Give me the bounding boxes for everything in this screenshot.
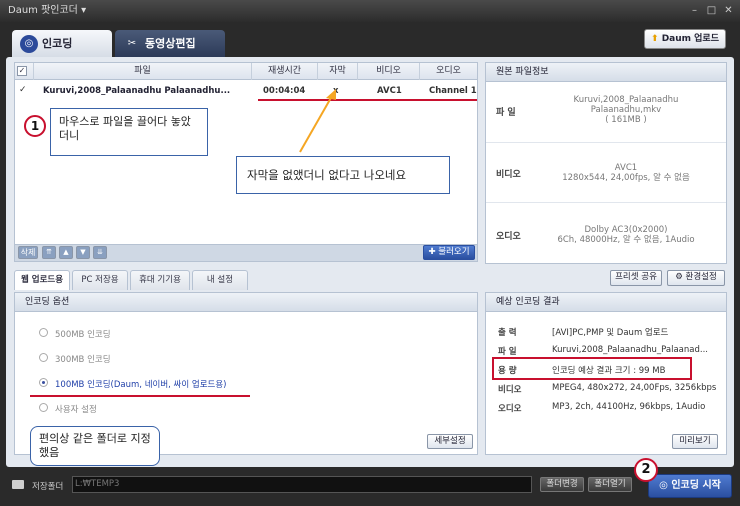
annotation-callout-folder: 편의상 같은 폴더로 지정했음	[30, 426, 160, 466]
source-video-codec: AVC1	[614, 163, 638, 173]
start-encode-button[interactable]: ◎ 인코딩 시작	[648, 474, 732, 498]
radio-custom[interactable]	[39, 403, 48, 412]
settings-label: 환경설정	[685, 272, 717, 282]
detail-settings-button[interactable]: 세부설정	[427, 434, 473, 449]
source-file-value: Kuruvi,2008_Palaanadhu Palaanadhu,mkv ( …	[556, 95, 696, 125]
col-audio[interactable]: 오디오	[419, 63, 477, 80]
option-custom-label: 사용자 설정	[55, 405, 97, 415]
file-table-header: ✓ 파일 재생시간 자막 비디오 오디오	[15, 63, 477, 80]
source-file-size: ( 161MB )	[605, 115, 647, 125]
row-checkbox[interactable]: ✓	[19, 85, 27, 95]
app-title: Daum 팟인코더 ▾	[8, 5, 87, 16]
open-folder-button[interactable]: 폴더열기	[588, 477, 632, 492]
col-video[interactable]: 비디오	[357, 63, 419, 80]
source-video-detail: 1280x544, 24,00fps, 알 수 없음	[562, 173, 690, 183]
radio-100mb[interactable]	[39, 378, 48, 387]
annotation-callout-subtitle: 자막을 없앴더니 없다고 나오네요	[236, 156, 450, 194]
title-bar: Daum 팟인코더 ▾	[0, 0, 740, 22]
save-folder-input[interactable]: L:₩TEMP3	[72, 476, 532, 493]
option-500mb-label: 500MB 인코딩	[55, 330, 111, 340]
option-300mb-label: 300MB 인코딩	[55, 355, 111, 365]
load-label: 불러오기	[438, 247, 470, 257]
row-subtitle: x	[333, 86, 339, 96]
tab-encode[interactable]: ◎ 인코딩	[12, 30, 112, 57]
result-output-value: [AVI]PC,PMP 및 Daum 업로드	[552, 328, 669, 338]
source-video-value: AVC1 1280x544, 24,00fps, 알 수 없음	[556, 163, 696, 183]
encode-disc-icon: ◎	[659, 480, 668, 491]
minimize-button[interactable]: –	[688, 4, 701, 17]
source-info-panel: 원본 파일정보 파 일 Kuruvi,2008_Palaanadhu Palaa…	[485, 62, 727, 264]
maximize-button[interactable]: □	[705, 4, 718, 17]
move-top-button[interactable]: ⇈	[42, 246, 56, 259]
row-audio: Channel 1	[429, 86, 477, 96]
source-file-name-2: Palaanadhu,mkv	[590, 105, 662, 115]
col-file[interactable]: 파일	[33, 63, 251, 80]
row-duration: 00:04:04	[263, 86, 306, 96]
result-audio-value: MP3, 2ch, 44100Hz, 96kbps, 1Audio	[552, 402, 706, 412]
tab-video-edit[interactable]: ✂ 동영상편집	[115, 30, 225, 57]
encode-disc-icon: ◎	[20, 35, 38, 53]
annotation-callout-drag: 마우스로 파일을 끌어다 놓았더니	[50, 108, 208, 156]
table-row[interactable]: ✓ Kuruvi,2008_Palaanadhu Palaanadhu... 0…	[15, 83, 477, 101]
source-video-label: 비디오	[496, 170, 521, 180]
save-folder-label: 저장폴더	[32, 482, 64, 492]
move-bottom-button[interactable]: ⇊	[93, 246, 107, 259]
result-file-value: Kuruvi,2008_Palaanadhu_Palaanad...	[552, 345, 708, 355]
source-file-label: 파 일	[496, 108, 516, 118]
result-size-key: 용 량	[498, 366, 517, 376]
result-file-key: 파 일	[498, 347, 517, 357]
plus-icon: ✚	[428, 247, 436, 257]
annotation-badge-1: 1	[24, 115, 46, 137]
source-audio-detail: 6Ch, 48000Hz, 알 수 없음, 1Audio	[557, 235, 695, 245]
source-info-title: 원본 파일정보	[486, 63, 726, 82]
result-size-value: 인코딩 예상 결과 크기 : 99 MB	[552, 366, 666, 376]
settings-button[interactable]: ⚙ 환경설정	[667, 270, 725, 286]
result-video-key: 비디오	[498, 385, 522, 395]
source-audio-value: Dolby AC3(0x2000) 6Ch, 48000Hz, 알 수 없음, …	[556, 225, 696, 245]
col-duration[interactable]: 재생시간	[251, 63, 317, 80]
tab-my-settings[interactable]: 내 설정	[192, 270, 248, 290]
annotation-badge-2: 2	[634, 458, 658, 482]
expected-result-title: 예상 인코딩 결과	[486, 293, 726, 312]
col-subtitle[interactable]: 자막	[317, 63, 357, 80]
result-output-key: 출 력	[498, 328, 517, 338]
load-button[interactable]: ✚ 불러오기	[423, 245, 475, 260]
file-actions-bar: 삭제 ⇈ ▲ ▼ ⇊ ✚ 불러오기	[14, 244, 478, 262]
source-file-name-1: Kuruvi,2008_Palaanadhu	[573, 95, 679, 105]
daum-upload-label: Daum 업로드	[661, 34, 719, 44]
tab-encode-label: 인코딩	[42, 37, 73, 50]
encode-options-title: 인코딩 옵션	[15, 293, 477, 312]
source-audio-row: 오디오 Dolby AC3(0x2000) 6Ch, 48000Hz, 알 수 …	[486, 203, 726, 263]
select-all-checkbox[interactable]: ✓	[17, 66, 27, 76]
row-video: AVC1	[377, 86, 402, 96]
preview-button[interactable]: 미리보기	[672, 434, 718, 449]
delete-button[interactable]: 삭제	[18, 246, 38, 259]
source-audio-codec: Dolby AC3(0x2000)	[584, 225, 668, 235]
tab-edit-label: 동영상편집	[145, 37, 196, 50]
option-100mb-label: 100MB 인코딩(Daum, 네이버, 싸이 업로드용)	[55, 380, 227, 390]
change-folder-button[interactable]: 폴더변경	[540, 477, 584, 492]
start-encode-label: 인코딩 시작	[671, 480, 721, 491]
radio-300mb[interactable]	[39, 353, 48, 362]
close-button[interactable]: ✕	[722, 4, 735, 17]
tab-mobile[interactable]: 휴대 기기용	[130, 270, 190, 290]
gear-icon: ⚙	[675, 272, 683, 282]
tab-pc-save[interactable]: PC 저장용	[72, 270, 128, 290]
result-audio-key: 오디오	[498, 404, 522, 414]
upload-arrow-icon: ⬆	[651, 34, 659, 44]
tab-web-upload[interactable]: 웹 업로드용	[14, 270, 70, 290]
radio-500mb[interactable]	[39, 328, 48, 337]
result-video-value: MPEG4, 480x272, 24,00Fps, 3256kbps	[552, 383, 717, 393]
expected-result-panel: 예상 인코딩 결과 출 력 [AVI]PC,PMP 및 Daum 업로드 파 일 K…	[485, 292, 727, 455]
source-audio-label: 오디오	[496, 232, 521, 242]
edit-scissors-icon: ✂	[127, 38, 137, 49]
daum-upload-button[interactable]: ⬆ Daum 업로드	[644, 29, 726, 49]
source-file-row: 파 일 Kuruvi,2008_Palaanadhu Palaanadhu,mk…	[486, 83, 726, 143]
row-file: Kuruvi,2008_Palaanadhu Palaanadhu...	[43, 86, 231, 96]
folder-icon	[12, 480, 24, 489]
move-down-button[interactable]: ▼	[76, 246, 90, 259]
source-video-row: 비디오 AVC1 1280x544, 24,00fps, 알 수 없음	[486, 143, 726, 203]
preset-share-button[interactable]: 프리셋 공유	[610, 270, 662, 286]
move-up-button[interactable]: ▲	[59, 246, 73, 259]
